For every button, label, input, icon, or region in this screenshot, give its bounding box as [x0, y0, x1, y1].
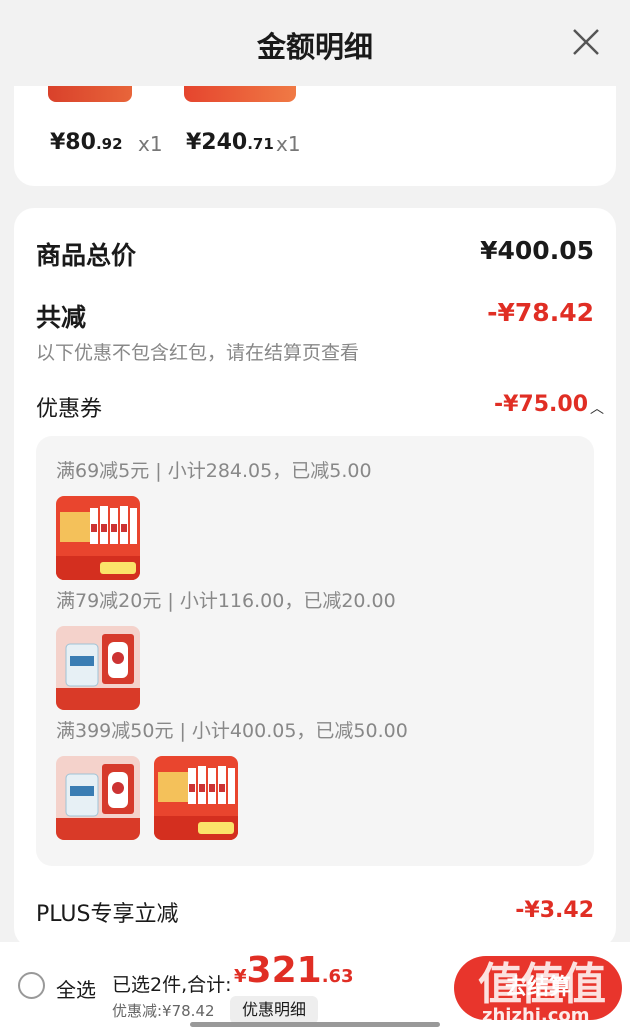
item-price-dec: .92	[95, 135, 123, 153]
item-price-dec: .71	[247, 135, 274, 153]
total-currency: ¥	[234, 966, 247, 987]
product-thumbnail[interactable]	[56, 626, 140, 710]
product-thumbnail[interactable]	[154, 756, 238, 840]
select-all-radio[interactable]	[18, 972, 45, 999]
discount-summary: 优惠减:¥78.42	[112, 1002, 215, 1020]
plus-label: PLUS专享立减	[36, 902, 179, 927]
reduce-label: 共减	[36, 303, 87, 332]
reduce-value: -¥78.42	[487, 298, 594, 327]
discount-detail-button[interactable]: 优惠明细	[230, 996, 319, 1024]
coupon-details: 满69减5元 | 小计284.05，已减5.00 满79减20元 | 小计116…	[36, 436, 594, 866]
items-card: ¥80.92 x1 ¥240.71 x1	[14, 86, 616, 186]
watermark: zhizhi.com	[482, 1005, 590, 1026]
product-thumbnail[interactable]	[56, 756, 140, 840]
item-price: ¥240.71	[186, 130, 274, 155]
coupon-value[interactable]: -¥75.00	[494, 392, 588, 417]
item-qty: x1	[138, 132, 163, 156]
total-label: 商品总价	[36, 241, 137, 270]
product-thumbnail[interactable]	[48, 86, 132, 102]
selected-info: 已选2件,合计:	[112, 974, 232, 996]
coupon-label[interactable]: 优惠券	[36, 391, 102, 423]
select-all-label[interactable]: 全选	[56, 974, 96, 1003]
reduce-hint: 以下优惠不包含红包，请在结算页查看	[36, 342, 360, 364]
total-int: 321	[246, 950, 322, 991]
total-dec: .63	[321, 966, 354, 987]
chevron-up-icon[interactable]: ︿	[590, 398, 604, 418]
summary-card: 商品总价 ¥400.05 共减 -¥78.42 以下优惠不包含红包，请在结算页查…	[14, 208, 616, 948]
coupon-rule: 满79减20元 | 小计116.00，已减20.00	[56, 590, 396, 612]
product-thumbnail[interactable]	[184, 86, 296, 102]
product-thumbnail[interactable]	[56, 496, 140, 580]
home-indicator	[190, 1022, 440, 1027]
coupon-rule: 满69减5元 | 小计284.05，已减5.00	[56, 460, 372, 482]
total-price: ¥321.63	[234, 950, 354, 991]
item-price-int: ¥80	[50, 130, 96, 155]
item-price: ¥80.92	[50, 130, 123, 155]
plus-value: -¥3.42	[515, 898, 594, 923]
page-title: 金额明细	[256, 30, 373, 64]
close-icon[interactable]	[570, 26, 602, 58]
item-price-int: ¥240	[186, 130, 248, 155]
coupon-rule: 满399减50元 | 小计400.05，已减50.00	[56, 720, 408, 742]
watermark-logo: 值值值	[478, 959, 606, 1010]
item-qty: x1	[276, 132, 301, 156]
header: 金额明细	[0, 0, 630, 86]
total-value: ¥400.05	[480, 236, 594, 265]
